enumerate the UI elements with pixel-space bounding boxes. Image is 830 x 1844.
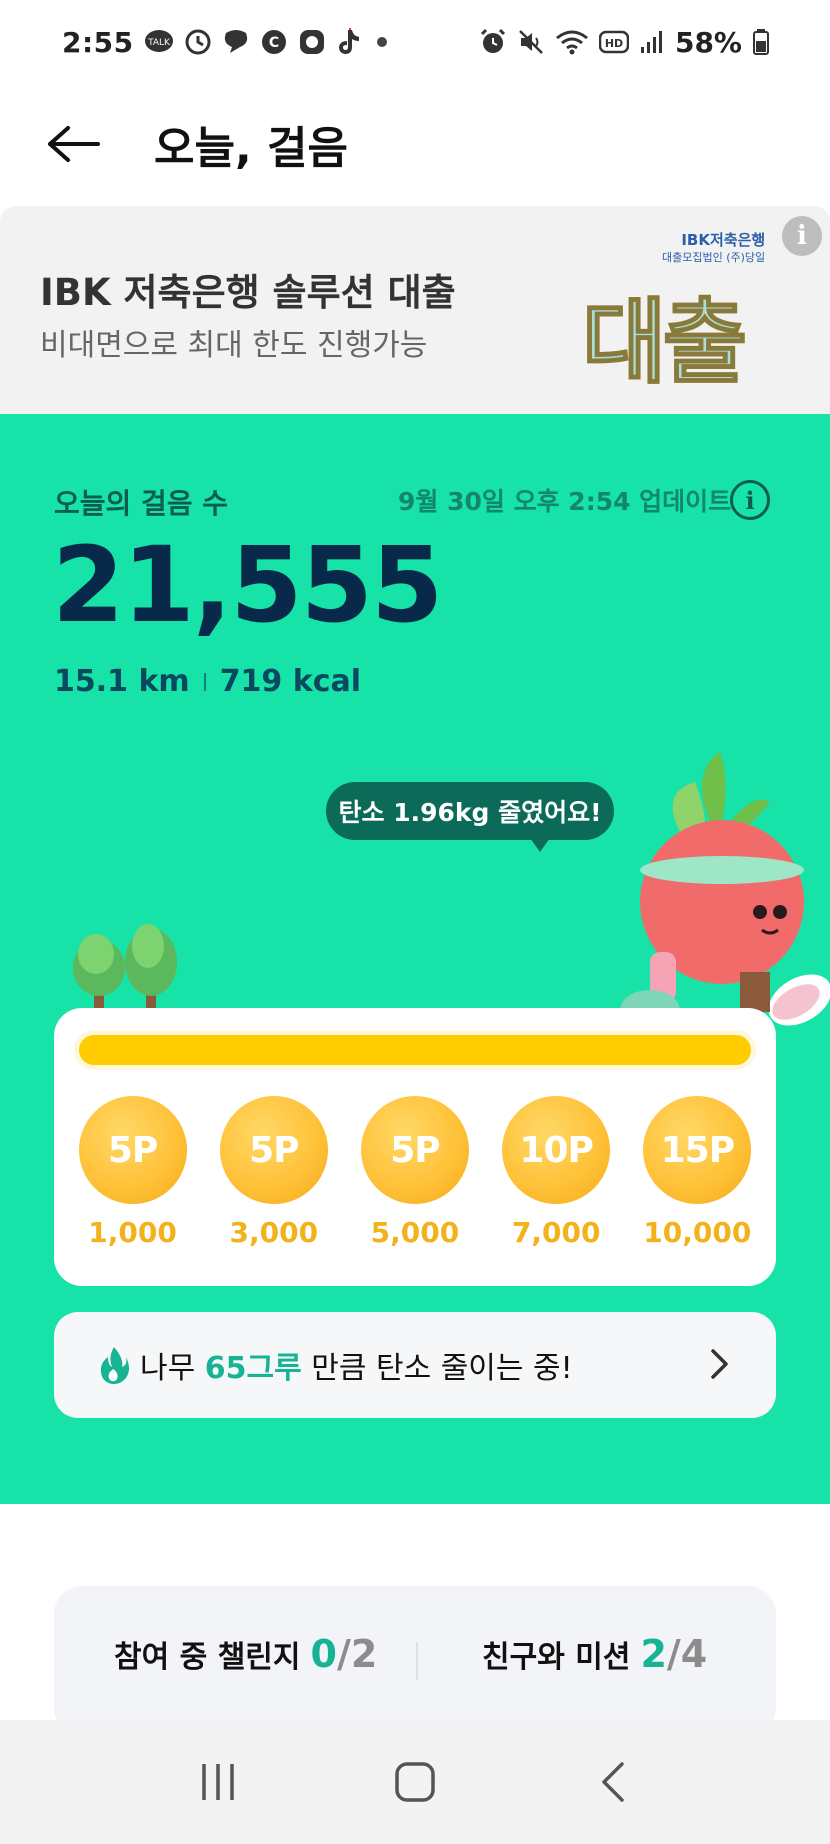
kakaotalk-icon: TALK	[144, 29, 174, 55]
challenge-card: 참여 중 챌린지 0/2 친구와 미션 2/4	[54, 1586, 776, 1736]
status-right: HD 58%	[479, 26, 770, 59]
carbon-prefix: 나무	[140, 1351, 205, 1386]
status-left: 2:55 TALK C	[62, 26, 392, 59]
ad-subtitle: 비대면으로 최대 한도 진행가능	[40, 328, 428, 363]
battery-percent: 58%	[674, 25, 742, 59]
reward-steps-threshold: 1,000	[88, 1216, 177, 1249]
steps-section: 오늘의 걸음 수 9월 30일 오후 2:54 업데이트 i 21,555 15…	[0, 414, 830, 1504]
bubble-tail	[530, 838, 550, 852]
reward-item[interactable]: 10P 7,000	[491, 1096, 621, 1249]
kakao-badge-text: TALK	[147, 38, 171, 48]
reward-steps-threshold: 3,000	[229, 1216, 319, 1249]
reward-item[interactable]: 5P 3,000	[209, 1096, 339, 1249]
joined-total: /2	[336, 1632, 378, 1676]
reward-coin: 10P	[502, 1096, 611, 1204]
recent-apps-icon	[202, 1764, 235, 1800]
steps-progress-bar	[74, 1030, 756, 1070]
reward-item[interactable]: 15P 10,000	[632, 1096, 762, 1249]
joined-challenges-label: 참여 중 챌린지	[114, 1640, 301, 1675]
svg-text:HD: HD	[605, 37, 623, 50]
carbon-banner[interactable]: 나무 65그루 만큼 탄소 줄이는 중!	[54, 1312, 776, 1418]
mute-icon	[517, 28, 545, 56]
reward-steps-threshold: 5,000	[370, 1216, 460, 1249]
metrics-divider	[203, 672, 206, 691]
calories-value: 719 kcal	[219, 664, 362, 699]
chevron-right-icon	[711, 1349, 728, 1379]
svg-text:C: C	[269, 35, 279, 51]
ad-info-button[interactable]: i	[782, 216, 822, 256]
page-title: 오늘, 걸음	[154, 123, 348, 174]
friend-missions-label: 친구와 미션	[482, 1640, 631, 1675]
back-button[interactable]	[46, 116, 102, 172]
reward-coins: 5P 1,000 5P 3,000 5P 5,000 10P 7,000 15P 10,000	[54, 1096, 776, 1249]
app-header: 오늘, 걸음	[0, 84, 830, 204]
challenge-divider	[416, 1642, 418, 1680]
joined-current: 0	[310, 1632, 337, 1676]
carbon-bubble: 탄소 1.96kg 줄였어요!	[326, 782, 614, 840]
updated-time: 9월 30일 오후 2:54 업데이트	[398, 487, 732, 516]
chat-icon	[222, 29, 250, 55]
ad-big-text: 대출	[581, 288, 748, 397]
reward-steps-threshold: 10,000	[643, 1216, 752, 1249]
steps-info-button[interactable]: i	[730, 480, 770, 520]
mascot-illustration	[620, 752, 830, 1030]
arrow-left-icon	[48, 126, 100, 162]
app-icon	[298, 28, 326, 56]
status-bar: 2:55 TALK C HD 58%	[0, 0, 830, 84]
home-icon	[395, 1762, 435, 1802]
steps-metrics: 15.1 km 719 kcal	[54, 664, 361, 699]
joined-challenges-count: 0/2	[311, 1632, 378, 1676]
progress-fill	[79, 1035, 751, 1065]
reward-coin: 5P	[78, 1096, 187, 1204]
fire-icon	[100, 1347, 129, 1385]
status-time: 2:55	[62, 25, 134, 59]
distance-value: 15.1 km	[54, 664, 190, 699]
carbon-tree-count: 65그루	[204, 1351, 302, 1386]
back-nav-button[interactable]	[572, 1742, 652, 1822]
home-button[interactable]	[375, 1742, 455, 1822]
recent-apps-button[interactable]	[178, 1742, 258, 1822]
chevron-left-icon	[601, 1762, 624, 1802]
mission-current: 2	[640, 1632, 667, 1676]
tiktok-icon	[336, 28, 362, 56]
reward-coin: 5P	[360, 1096, 469, 1204]
carbon-suffix: 만큼 탄소 줄이는 중!	[301, 1351, 573, 1386]
battery-icon	[752, 28, 770, 56]
reward-steps-threshold: 7,000	[511, 1216, 601, 1249]
steps-label: 오늘의 걸음 수	[54, 487, 229, 520]
friend-missions[interactable]: 친구와 미션 2/4	[482, 1632, 707, 1676]
timer-icon	[184, 28, 212, 56]
wifi-icon	[555, 28, 589, 56]
hd-icon: HD	[598, 30, 629, 54]
alarm-icon	[479, 28, 507, 56]
system-nav-bar	[0, 1720, 830, 1844]
ad-brand: IBK저축은행 대출모집법인 (주)당일	[662, 232, 765, 266]
reward-item[interactable]: 5P 1,000	[68, 1096, 198, 1249]
ad-banner[interactable]: IBK 저축은행 솔루션 대출 비대면으로 최대 한도 진행가능 IBK저축은행…	[0, 206, 830, 414]
steps-count: 21,555	[52, 524, 443, 646]
reward-coin: 5P	[219, 1096, 328, 1204]
dot-icon	[372, 32, 392, 52]
mission-total: /4	[666, 1632, 708, 1676]
ad-brand-name: IBK저축은행	[681, 231, 766, 249]
joined-challenges[interactable]: 참여 중 챌린지 0/2	[114, 1632, 377, 1676]
ad-brand-sub: 대출모집법인 (주)당일	[662, 251, 766, 264]
ad-title: IBK 저축은행 솔루션 대출	[40, 271, 456, 314]
reward-item[interactable]: 5P 5,000	[350, 1096, 480, 1249]
reward-card: 5P 1,000 5P 3,000 5P 5,000 10P 7,000 15P 10,000	[54, 1008, 776, 1286]
signal-icon	[639, 29, 665, 55]
carbon-text: 나무 65그루 만큼 탄소 줄이는 중!	[140, 1343, 573, 1387]
friend-missions-count: 2/4	[640, 1632, 707, 1676]
c-icon: C	[260, 28, 288, 56]
reward-coin: 15P	[643, 1096, 752, 1204]
